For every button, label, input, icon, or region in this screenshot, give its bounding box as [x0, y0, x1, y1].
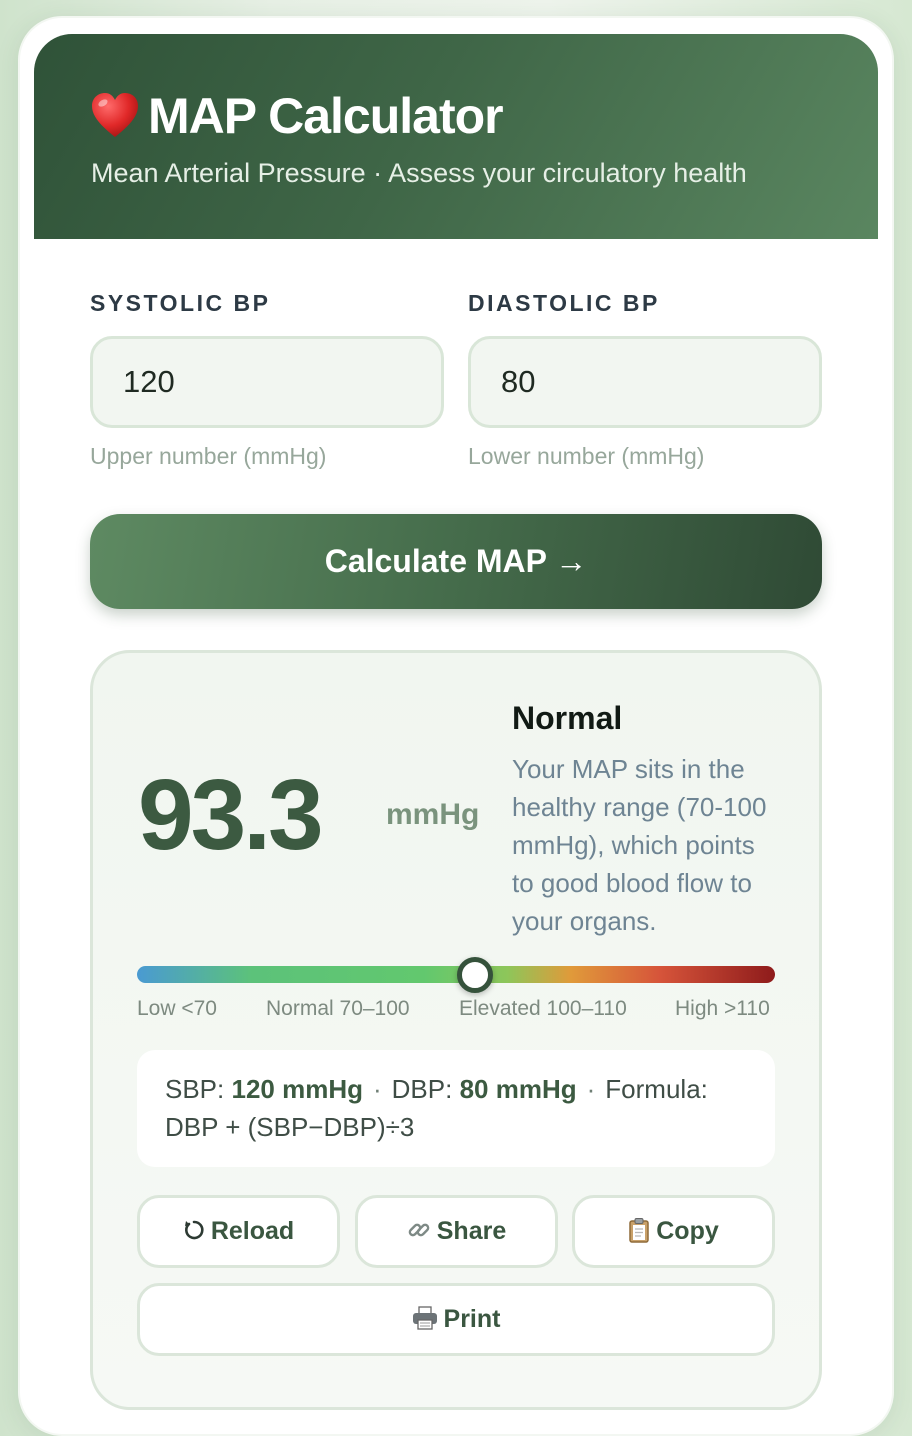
diastolic-input[interactable]: 80: [468, 336, 822, 428]
share-button[interactable]: Share: [355, 1195, 558, 1268]
copy-label: Copy: [656, 1217, 719, 1245]
reload-label: Reload: [210, 1217, 295, 1245]
separator: ·: [586, 1074, 596, 1104]
reload-button[interactable]: Reload: [137, 1195, 340, 1268]
app-header: MAP Calculator Mean Arterial Pressure · …: [34, 34, 878, 239]
heart-icon: [92, 93, 138, 137]
sbp-value: 120 mmHg: [231, 1074, 363, 1104]
status-title: Normal: [512, 700, 623, 736]
systolic-input[interactable]: 120: [90, 336, 444, 428]
calculate-map-button[interactable]: Calculate MAP →: [90, 514, 822, 609]
diastolic-label: DIASTOLIC BP: [468, 290, 660, 316]
share-label: Share: [436, 1217, 507, 1245]
scale-label-elevated: Elevated 100–110: [459, 997, 627, 1020]
dbp-value: 80 mmHg: [459, 1074, 577, 1104]
printer-icon: [412, 1306, 437, 1331]
systolic-label: SYSTOLIC BP: [90, 290, 271, 316]
app-title: MAP Calculator: [148, 88, 504, 144]
scale-label-low: Low <70: [137, 997, 217, 1020]
diastolic-hint: Lower number (mmHg): [468, 443, 705, 469]
map-scale-bar: [137, 966, 775, 983]
calculation-details: SBP: 120 mmHg · DBP: 80 mmHg · Formula: DBP …: [137, 1050, 775, 1167]
scale-label-normal: Normal 70–100: [266, 997, 410, 1020]
map-value: 93.3: [138, 759, 324, 871]
clipboard-icon: [629, 1218, 649, 1244]
map-scale-marker: [457, 957, 494, 993]
systolic-hint: Upper number (mmHg): [90, 443, 327, 469]
print-label: Print: [443, 1305, 501, 1333]
title-row: MAP Calculator: [90, 86, 504, 146]
app-subtitle: Mean Arterial Pressure · Assess your cir…: [91, 158, 747, 188]
sbp-label: SBP:: [165, 1074, 225, 1104]
dbp-label: DBP:: [391, 1074, 453, 1104]
print-button[interactable]: Print: [137, 1283, 775, 1356]
scale-label-high: High >110: [675, 997, 770, 1020]
status-description: Your MAP sits in the healthy range (70-1…: [512, 754, 767, 936]
reload-icon: [184, 1221, 204, 1240]
copy-button[interactable]: Copy: [572, 1195, 775, 1268]
separator: ·: [372, 1074, 382, 1104]
link-icon: [408, 1224, 430, 1237]
map-unit: mmHg: [386, 798, 480, 831]
